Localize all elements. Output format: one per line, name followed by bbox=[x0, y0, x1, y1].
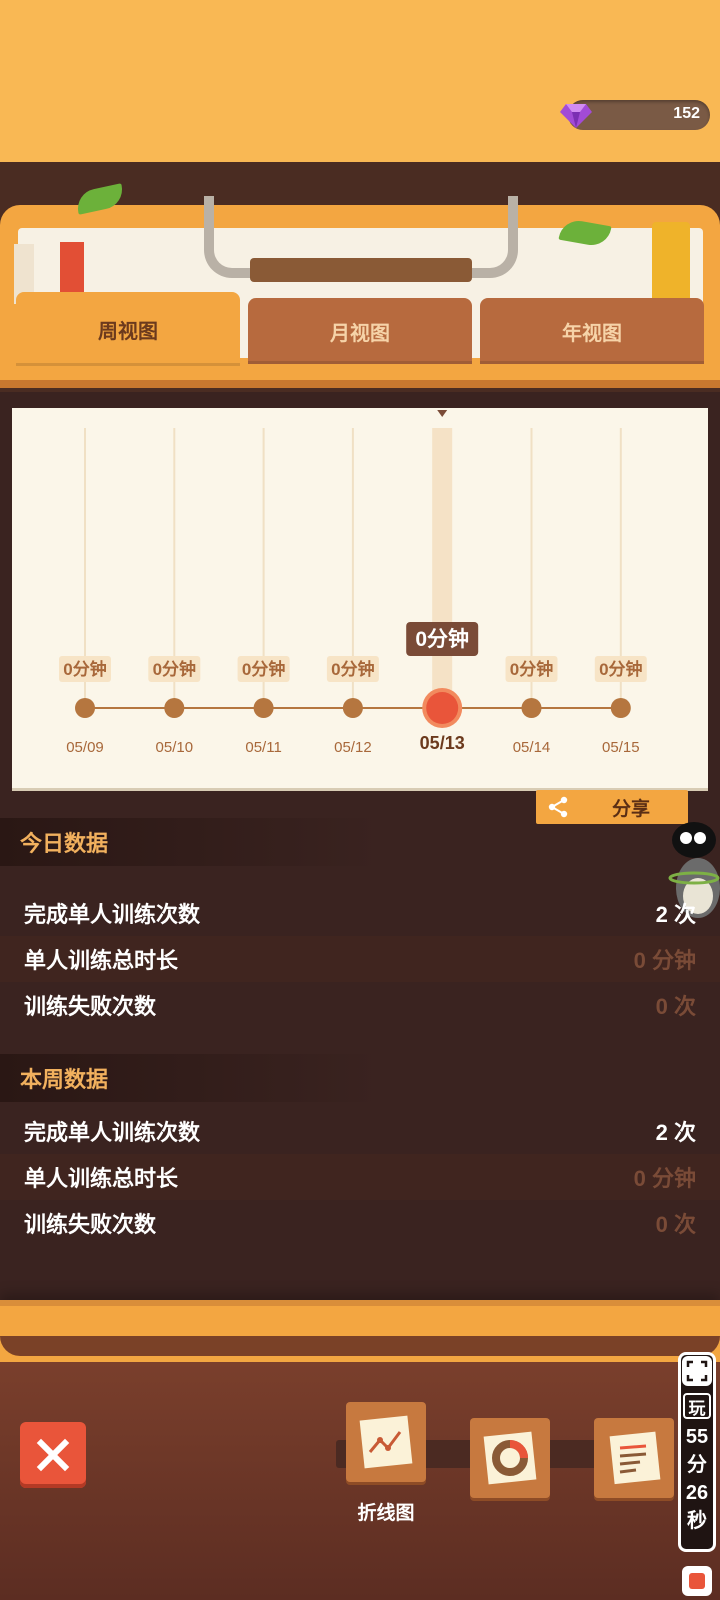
tab-shelf-edge bbox=[0, 380, 720, 388]
data-point bbox=[253, 698, 274, 718]
timer-badge: 玩 bbox=[683, 1393, 711, 1419]
bookmark bbox=[60, 242, 84, 294]
x-tick-label: 05/12 bbox=[334, 739, 372, 756]
data-point bbox=[610, 698, 631, 718]
x-tick-label: 05/11 bbox=[245, 739, 281, 756]
data-point bbox=[426, 692, 459, 724]
line-chart-button[interactable] bbox=[346, 1402, 426, 1482]
value-label: 0分钟 bbox=[63, 659, 106, 679]
x-tick-label: 05/13 bbox=[420, 733, 465, 753]
pie-chart-button[interactable] bbox=[470, 1418, 550, 1498]
data-point bbox=[75, 698, 95, 718]
today-row-failed: 训练失败次数 0 次 bbox=[0, 982, 720, 1028]
tab-month-view[interactable]: 月视图 bbox=[248, 298, 472, 364]
stat-label: 完成单人训练次数 bbox=[24, 902, 201, 927]
stop-icon bbox=[689, 1573, 705, 1589]
stat-label: 训练失败次数 bbox=[24, 1212, 157, 1237]
today-row-completed: 完成单人训练次数 2 次 bbox=[0, 890, 720, 936]
timer-text: 55分26秒 bbox=[685, 1426, 709, 1532]
data-point bbox=[164, 698, 185, 718]
stat-value: 0 分钟 bbox=[633, 948, 696, 973]
line-chart[interactable]: 0分钟 05/09 0分钟 05/10 0分钟 05/11 0分钟 05/12 0分钟 05/13… bbox=[12, 408, 708, 788]
data-point bbox=[342, 698, 363, 718]
value-label: 0分钟 bbox=[510, 659, 553, 679]
tab-year-view[interactable]: 年视图 bbox=[480, 298, 704, 364]
stat-value: 2 次 bbox=[655, 902, 696, 927]
x-tick-label: 05/09 bbox=[66, 739, 104, 756]
stat-value: 0 次 bbox=[655, 994, 696, 1019]
value-label: 0分钟 bbox=[599, 659, 642, 679]
stat-value: 0 次 bbox=[655, 1212, 696, 1237]
value-label: 0分钟 bbox=[153, 659, 196, 679]
gem-icon bbox=[560, 104, 592, 128]
x-tick-label: 05/15 bbox=[602, 739, 640, 756]
line-chart-label: 折线图 bbox=[357, 1503, 415, 1524]
top-header bbox=[0, 0, 720, 162]
close-icon bbox=[36, 1438, 70, 1472]
list-icon bbox=[609, 1431, 661, 1485]
value-label: 0分钟 bbox=[242, 659, 285, 679]
value-label: 0分钟 bbox=[331, 659, 374, 679]
week-row-completed: 完成单人训练次数 2 次 bbox=[0, 1108, 720, 1154]
week-section-title: 本周数据 bbox=[0, 1054, 380, 1102]
tab-week-view[interactable]: 周视图 bbox=[16, 292, 240, 366]
expand-icon bbox=[686, 1360, 708, 1382]
share-label: 分享 bbox=[612, 798, 651, 820]
stat-label: 训练失败次数 bbox=[24, 994, 157, 1019]
share-icon bbox=[548, 796, 568, 818]
list-button[interactable] bbox=[594, 1418, 674, 1498]
x-tick-label: 05/10 bbox=[156, 739, 194, 756]
book-handle-bar bbox=[250, 258, 472, 282]
pie-chart-icon bbox=[483, 1431, 537, 1485]
selected-column bbox=[432, 428, 453, 708]
week-row-duration: 单人训练总时长 0 分钟 bbox=[0, 1154, 720, 1200]
value-label: 0分钟 bbox=[415, 628, 469, 651]
today-section-title: 今日数据 bbox=[0, 818, 380, 866]
bottom-shelf bbox=[0, 1300, 720, 1368]
stat-label: 完成单人训练次数 bbox=[24, 1120, 201, 1145]
bottom-shelf-lip bbox=[0, 1336, 720, 1356]
fullscreen-button[interactable] bbox=[682, 1356, 712, 1386]
data-point bbox=[521, 698, 542, 718]
stat-label: 单人训练总时长 bbox=[24, 948, 179, 973]
x-tick-label: 05/14 bbox=[513, 739, 551, 756]
stat-value: 0 分钟 bbox=[633, 1166, 696, 1191]
gem-count: 152 bbox=[673, 105, 700, 122]
selected-marker-icon bbox=[437, 410, 448, 417]
line-chart-icon bbox=[359, 1415, 413, 1469]
stat-value: 2 次 bbox=[655, 1120, 696, 1145]
week-row-failed: 训练失败次数 0 次 bbox=[0, 1200, 720, 1246]
stop-button[interactable] bbox=[682, 1566, 712, 1596]
today-row-duration: 单人训练总时长 0 分钟 bbox=[0, 936, 720, 982]
stat-label: 单人训练总时长 bbox=[24, 1166, 179, 1191]
close-button[interactable] bbox=[20, 1422, 86, 1488]
